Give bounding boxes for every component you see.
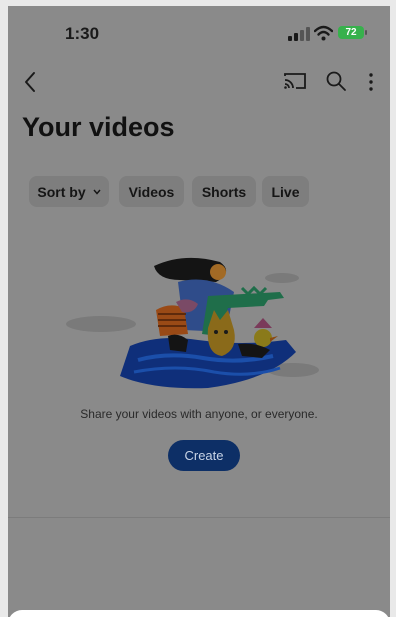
app-screen: 1:30 72 Your videos Sort by Videos Short… — [8, 6, 390, 617]
battery-indicator: 72 — [338, 26, 364, 39]
filter-chip-shorts-label: Shorts — [201, 183, 247, 200]
create-button[interactable]: Create — [168, 440, 240, 471]
filter-chip-live-label: Live — [271, 183, 300, 200]
back-arrow-icon[interactable] — [22, 70, 38, 94]
battery-level: 72 — [345, 27, 357, 38]
filter-chip-videos-label: Videos — [128, 183, 175, 200]
filter-chip-live[interactable]: Live — [262, 176, 309, 207]
empty-state-message: Share your videos with anyone, or everyo… — [80, 407, 318, 421]
sort-by-dropdown[interactable]: Sort by — [29, 176, 109, 207]
filter-chip-videos[interactable]: Videos — [119, 176, 184, 207]
section-divider — [8, 517, 390, 518]
bottom-sheet[interactable] — [8, 610, 390, 617]
search-icon[interactable] — [325, 70, 347, 92]
page-title: Your videos — [22, 112, 175, 142]
cast-icon[interactable] — [283, 71, 307, 91]
chevron-down-icon — [93, 189, 101, 195]
status-time: 1:30 — [65, 24, 100, 43]
more-vertical-icon[interactable] — [368, 72, 374, 92]
sort-by-label: Sort by — [37, 183, 86, 200]
empty-state-illustration — [66, 257, 319, 389]
status-bar: 1:30 72 — [8, 6, 390, 60]
signal-icon — [288, 27, 310, 41]
filter-chip-shorts[interactable]: Shorts — [192, 176, 256, 207]
wifi-icon — [314, 25, 333, 41]
battery-tip — [365, 30, 367, 35]
